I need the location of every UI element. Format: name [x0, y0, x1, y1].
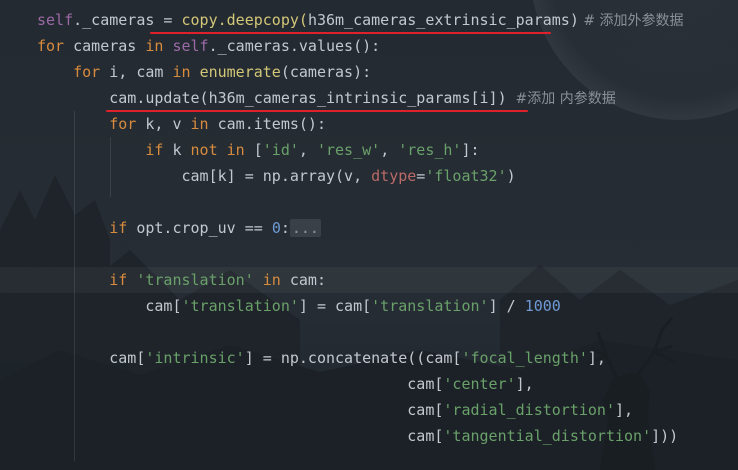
code-token: (cameras):: [280, 63, 372, 81]
code-token: :: [280, 219, 290, 237]
code-line[interactable]: cam['intrinsic'] = np.concatenate((cam['…: [37, 345, 606, 371]
code-line[interactable]: for i, cam in enumerate(cameras):: [37, 59, 371, 85]
keyword-token: if: [109, 271, 128, 289]
code-token: ): [506, 167, 516, 185]
code-token: ,: [298, 141, 317, 159]
code-token: ] = np.concatenate((cam[: [244, 349, 462, 367]
string-token: 'res_h': [398, 141, 462, 159]
code-line[interactable]: cam['radial_distortion'],: [37, 397, 633, 423]
code-token: cameras: [64, 37, 146, 55]
code-line[interactable]: if 'translation' in cam:: [37, 267, 326, 293]
code-token: cam[: [37, 427, 444, 445]
code-line[interactable]: cam[k] = np.array(v, dtype='float32'): [37, 163, 516, 189]
code-line[interactable]: cam['tangential_distortion'])): [37, 423, 678, 449]
code-token: cam[: [37, 375, 444, 393]
code-token: ,: [380, 141, 399, 159]
function-token: copy.deepcopy(: [181, 11, 308, 29]
code-line[interactable]: self._cameras = copy.deepcopy(h36m_camer…: [37, 7, 684, 33]
folded-code-marker[interactable]: ...: [289, 219, 321, 237]
annotation-underline: [106, 110, 528, 112]
code-token: ] /: [488, 297, 525, 315]
keyword-token: in: [262, 271, 281, 289]
code-token: =: [416, 167, 426, 185]
param-token: dtype: [371, 167, 417, 185]
code-line[interactable]: if opt.crop_uv == 0:...: [37, 215, 321, 241]
keyword-token: not in: [190, 141, 245, 159]
string-token: 'radial_distortion': [443, 401, 615, 419]
comment-token: # 添加外参数据: [578, 13, 684, 29]
string-token: 'res_w': [316, 141, 381, 159]
string-token: 'tangential_distortion': [443, 427, 652, 445]
code-token: ],: [587, 349, 606, 367]
keyword-token: if: [109, 219, 128, 237]
keyword-token: in: [172, 63, 191, 81]
code-line[interactable]: if k not in ['id', 'res_w', 'res_h']:: [37, 137, 480, 163]
code-token: k: [163, 141, 191, 159]
code-token: ._cameras =: [73, 11, 182, 29]
code-token: cam[: [37, 401, 444, 419]
comment-token: #添加 内参数据: [506, 91, 616, 107]
code-token: ],: [515, 375, 534, 393]
code-token: ] = cam[: [298, 297, 372, 315]
self-token: self: [172, 37, 209, 55]
function-token: enumerate: [199, 63, 281, 81]
string-token: 'focal_length': [461, 349, 588, 367]
code-token: cam[: [37, 349, 146, 367]
code-token: [: [244, 141, 263, 159]
code-line[interactable]: cam['center'],: [37, 371, 534, 397]
string-token: 'translation': [371, 297, 489, 315]
code-line[interactable]: cam.update(h36m_cameras_intrinsic_params…: [37, 85, 616, 111]
code-line[interactable]: cam['translation'] = cam['translation'] …: [37, 293, 561, 319]
string-token: 'translation': [181, 297, 299, 315]
code-token: ],: [614, 401, 634, 419]
annotation-underline: [150, 32, 551, 34]
self-token: self: [37, 11, 74, 29]
string-token: 'translation': [136, 271, 254, 289]
code-token: cam.items():: [208, 115, 326, 133]
code-token: ])): [651, 427, 679, 445]
code-token: ): [569, 11, 579, 29]
number-token: 1000: [524, 297, 561, 315]
code-token: cam.update(h36m_cameras_intrinsic_params…: [37, 89, 507, 107]
code-token: i, cam: [100, 63, 173, 81]
code-line[interactable]: for k, v in cam.items():: [37, 111, 326, 137]
string-token: 'float32': [425, 167, 507, 185]
keyword-token: in: [145, 37, 164, 55]
code-token: cam[: [37, 297, 182, 315]
string-token: 'id': [262, 141, 299, 159]
code-token: cam:: [280, 271, 326, 289]
string-token: 'center': [443, 375, 516, 393]
code-editor[interactable]: self._cameras = copy.deepcopy(h36m_camer…: [0, 0, 738, 470]
keyword-token: for: [109, 115, 137, 133]
number-token: 0: [271, 219, 281, 237]
code-token: ._cameras.values():: [208, 37, 381, 55]
code-token: k, v: [136, 115, 191, 133]
keyword-token: for: [37, 37, 65, 55]
keyword-token: in: [190, 115, 209, 133]
keyword-token: if: [145, 141, 164, 159]
string-token: 'intrinsic': [145, 349, 245, 367]
code-token: opt.crop_uv ==: [127, 219, 272, 237]
code-token: h36m_cameras_extrinsic_params: [307, 11, 570, 29]
code-token: cam[k] = np.array(v,: [37, 167, 372, 185]
code-line[interactable]: for cameras in self._cameras.values():: [37, 33, 380, 59]
keyword-token: for: [73, 63, 101, 81]
code-token: ]:: [461, 141, 480, 159]
